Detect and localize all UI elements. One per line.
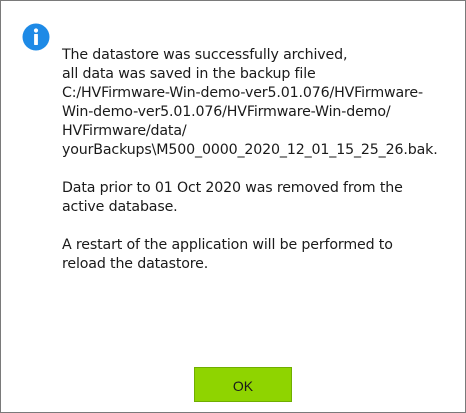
message-paragraph-restart: A restart of the application will be per…	[62, 236, 462, 274]
message-paragraph-removed: Data prior to 01 Oct 2020 was removed fr…	[62, 179, 462, 217]
message-paragraph-archive: The datastore was successfully archived,…	[62, 46, 462, 160]
message-line: HVFirmware/data/	[62, 123, 187, 139]
message-line: A restart of the application will be per…	[62, 237, 393, 253]
message-dialog: The datastore was successfully archived,…	[0, 0, 466, 413]
message-line: C:/HVFirmware-Win-demo-ver5.01.076/HVFir…	[62, 85, 423, 101]
info-icon	[22, 23, 50, 51]
message-line: reload the datastore.	[62, 256, 209, 272]
message-line: The datastore was successfully archived,	[62, 47, 348, 63]
dialog-message: The datastore was successfully archived,…	[62, 46, 462, 274]
message-line: Data prior to 01 Oct 2020 was removed fr…	[62, 180, 403, 196]
ok-button[interactable]: OK	[194, 367, 292, 402]
message-line: yourBackups\M500_0000_2020_12_01_15_25_2…	[62, 142, 438, 158]
message-line: Win-demo-ver5.01.076/HVFirmware-Win-demo…	[62, 104, 391, 120]
message-line: active database.	[62, 199, 178, 215]
message-line: all data was saved in the backup file	[62, 66, 316, 82]
